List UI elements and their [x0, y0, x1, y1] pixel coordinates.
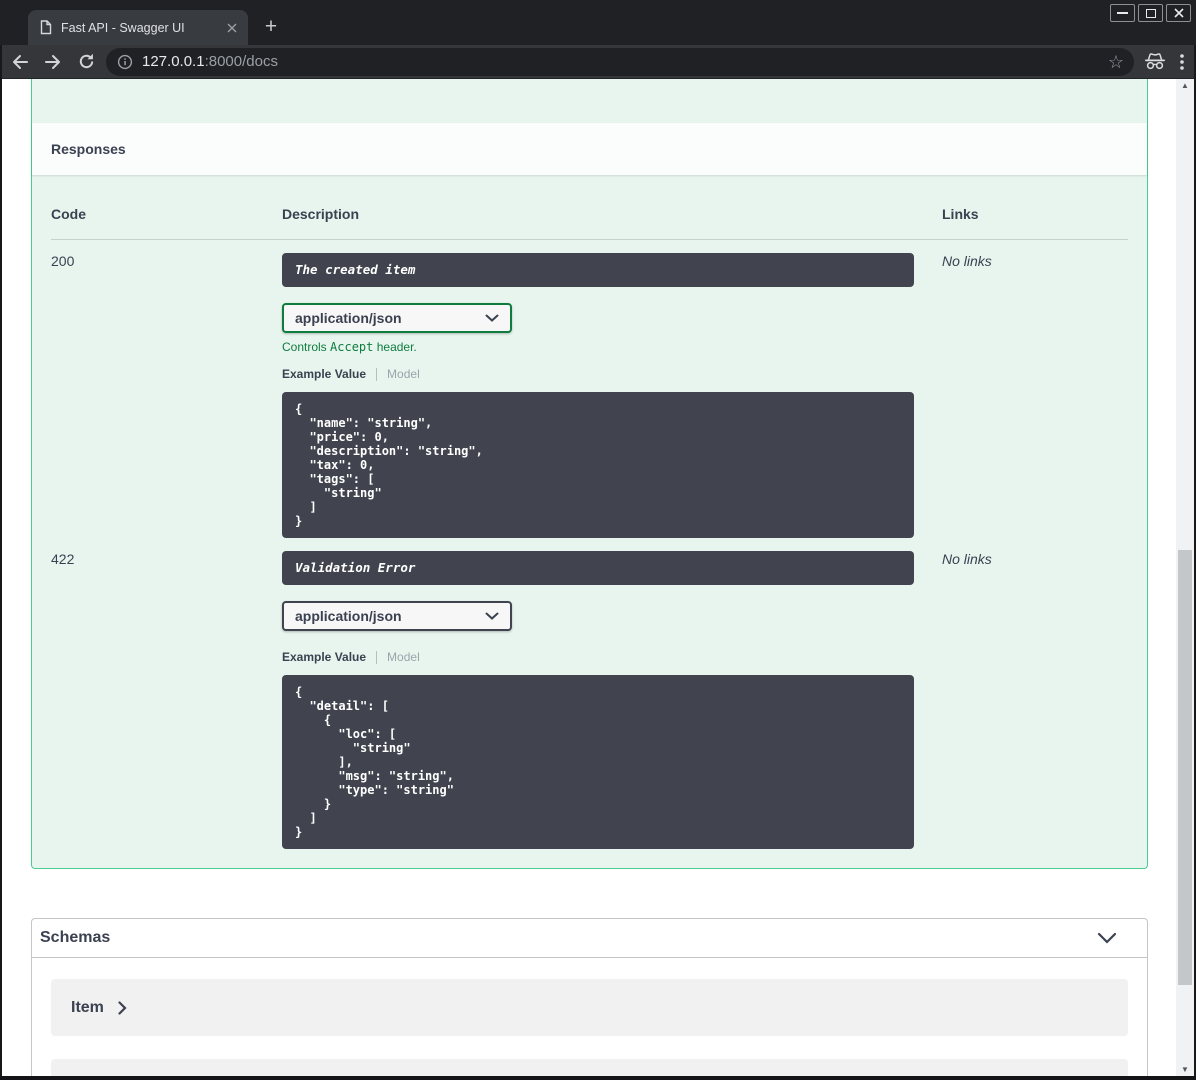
example-model-tabs: Example Value Model — [282, 367, 942, 381]
tab-separator — [376, 367, 378, 381]
tab-model[interactable]: Model — [387, 650, 420, 664]
response-links: No links — [942, 253, 992, 269]
media-type-value: application/json — [295, 310, 402, 326]
tab-example-value[interactable]: Example Value — [282, 367, 366, 381]
response-description: Validation Error — [282, 551, 914, 585]
tab-separator — [376, 650, 378, 664]
close-icon — [1173, 8, 1184, 18]
chevron-down-icon — [1097, 932, 1117, 944]
post-operation-block: Responses Code Description Links 200 The… — [31, 79, 1148, 869]
responses-table: Code Description Links 200 The created i… — [32, 175, 1147, 868]
address-bar[interactable]: 127.0.0.1:8000/docs ☆ — [106, 47, 1134, 76]
accept-header-note: Controls Accept header. — [282, 340, 417, 354]
response-row-200: 200 The created item application/json Co… — [51, 240, 1128, 538]
response-description-cell: The created item application/json Contro… — [282, 253, 942, 538]
forward-arrow-icon — [45, 54, 60, 69]
schemas-section: Schemas Item ValidationError — [31, 918, 1148, 1076]
minimize-icon — [1117, 12, 1128, 14]
menu-icon[interactable] — [1180, 53, 1184, 70]
maximize-button[interactable] — [1138, 4, 1163, 22]
opblock-body-spacer — [32, 79, 1147, 123]
document-icon — [40, 20, 52, 35]
column-header-description: Description — [282, 206, 360, 222]
column-header-code: Code — [51, 206, 86, 222]
column-header-links: Links — [942, 206, 979, 222]
chevron-right-icon — [118, 1000, 127, 1015]
window-controls — [1110, 4, 1191, 22]
incognito-icon[interactable] — [1144, 53, 1166, 70]
example-json-block: { "name": "string", "price": 0, "descrip… — [282, 392, 914, 538]
response-links: No links — [942, 551, 992, 567]
new-tab-button[interactable]: + — [257, 13, 285, 41]
media-type-select[interactable]: application/json — [282, 601, 512, 631]
scrollbar-up-icon[interactable]: ▲ — [1176, 81, 1194, 90]
browser-toolbar: 127.0.0.1:8000/docs ☆ — [0, 45, 1196, 79]
example-json-code: { "detail": [ { "loc": [ "string" ], "ms… — [295, 685, 454, 839]
media-type-select[interactable]: application/json — [282, 303, 512, 333]
tab-close-icon[interactable] — [224, 20, 240, 36]
example-json-code: { "name": "string", "price": 0, "descrip… — [295, 402, 483, 528]
close-button[interactable] — [1166, 4, 1191, 22]
chevron-down-icon — [485, 314, 499, 322]
forward-button[interactable] — [40, 49, 66, 75]
response-code: 200 — [51, 253, 75, 269]
scrollbar-down-icon[interactable]: ▼ — [1176, 1065, 1194, 1074]
scrollbar-thumb[interactable] — [1178, 550, 1192, 985]
page-scrollbar[interactable]: ▲ ▼ — [1176, 79, 1194, 1076]
tab-example-value[interactable]: Example Value — [282, 650, 366, 664]
schemas-list: Item ValidationError — [32, 958, 1147, 1076]
responses-title: Responses — [51, 141, 126, 157]
reload-icon — [79, 53, 93, 69]
responses-table-header: Code Description Links — [51, 175, 1128, 240]
example-json-block: { "detail": [ { "loc": [ "string" ], "ms… — [282, 675, 914, 849]
response-row-422: 422 Validation Error application/json Ex… — [51, 538, 1128, 849]
tab-model[interactable]: Model — [387, 367, 420, 381]
tab-strip: Fast API - Swagger UI + — [0, 0, 1196, 45]
window-edge-left — [0, 45, 2, 1080]
back-button[interactable] — [7, 49, 33, 75]
schema-item[interactable]: Item — [51, 979, 1128, 1036]
url-text[interactable]: 127.0.0.1:8000/docs — [142, 53, 1106, 70]
response-code: 422 — [51, 551, 75, 567]
bookmark-star-icon[interactable]: ☆ — [1106, 53, 1126, 71]
url-host: 127.0.0.1 — [142, 53, 205, 70]
swagger-page: Responses Code Description Links 200 The… — [2, 79, 1176, 1076]
site-info-icon[interactable] — [117, 54, 133, 70]
media-type-value: application/json — [295, 608, 402, 624]
response-description-cell: Validation Error application/json Exampl… — [282, 551, 942, 849]
url-path: :8000/docs — [204, 53, 278, 70]
responses-section-header: Responses — [32, 123, 1147, 175]
chevron-down-icon — [485, 612, 499, 620]
schemas-header[interactable]: Schemas — [32, 919, 1147, 958]
minimize-button[interactable] — [1110, 4, 1135, 22]
response-description: The created item — [282, 253, 914, 287]
schemas-title: Schemas — [40, 929, 111, 946]
schema-item[interactable]: ValidationError — [51, 1059, 1128, 1076]
tab-title: Fast API - Swagger UI — [61, 20, 185, 35]
maximize-icon — [1145, 8, 1156, 18]
schema-name: Item — [71, 998, 104, 1016]
window-edge-bottom — [0, 1076, 1196, 1080]
example-model-tabs: Example Value Model — [282, 650, 942, 664]
reload-button[interactable] — [73, 49, 99, 75]
back-arrow-icon — [13, 54, 28, 69]
browser-tab[interactable]: Fast API - Swagger UI — [28, 10, 248, 45]
